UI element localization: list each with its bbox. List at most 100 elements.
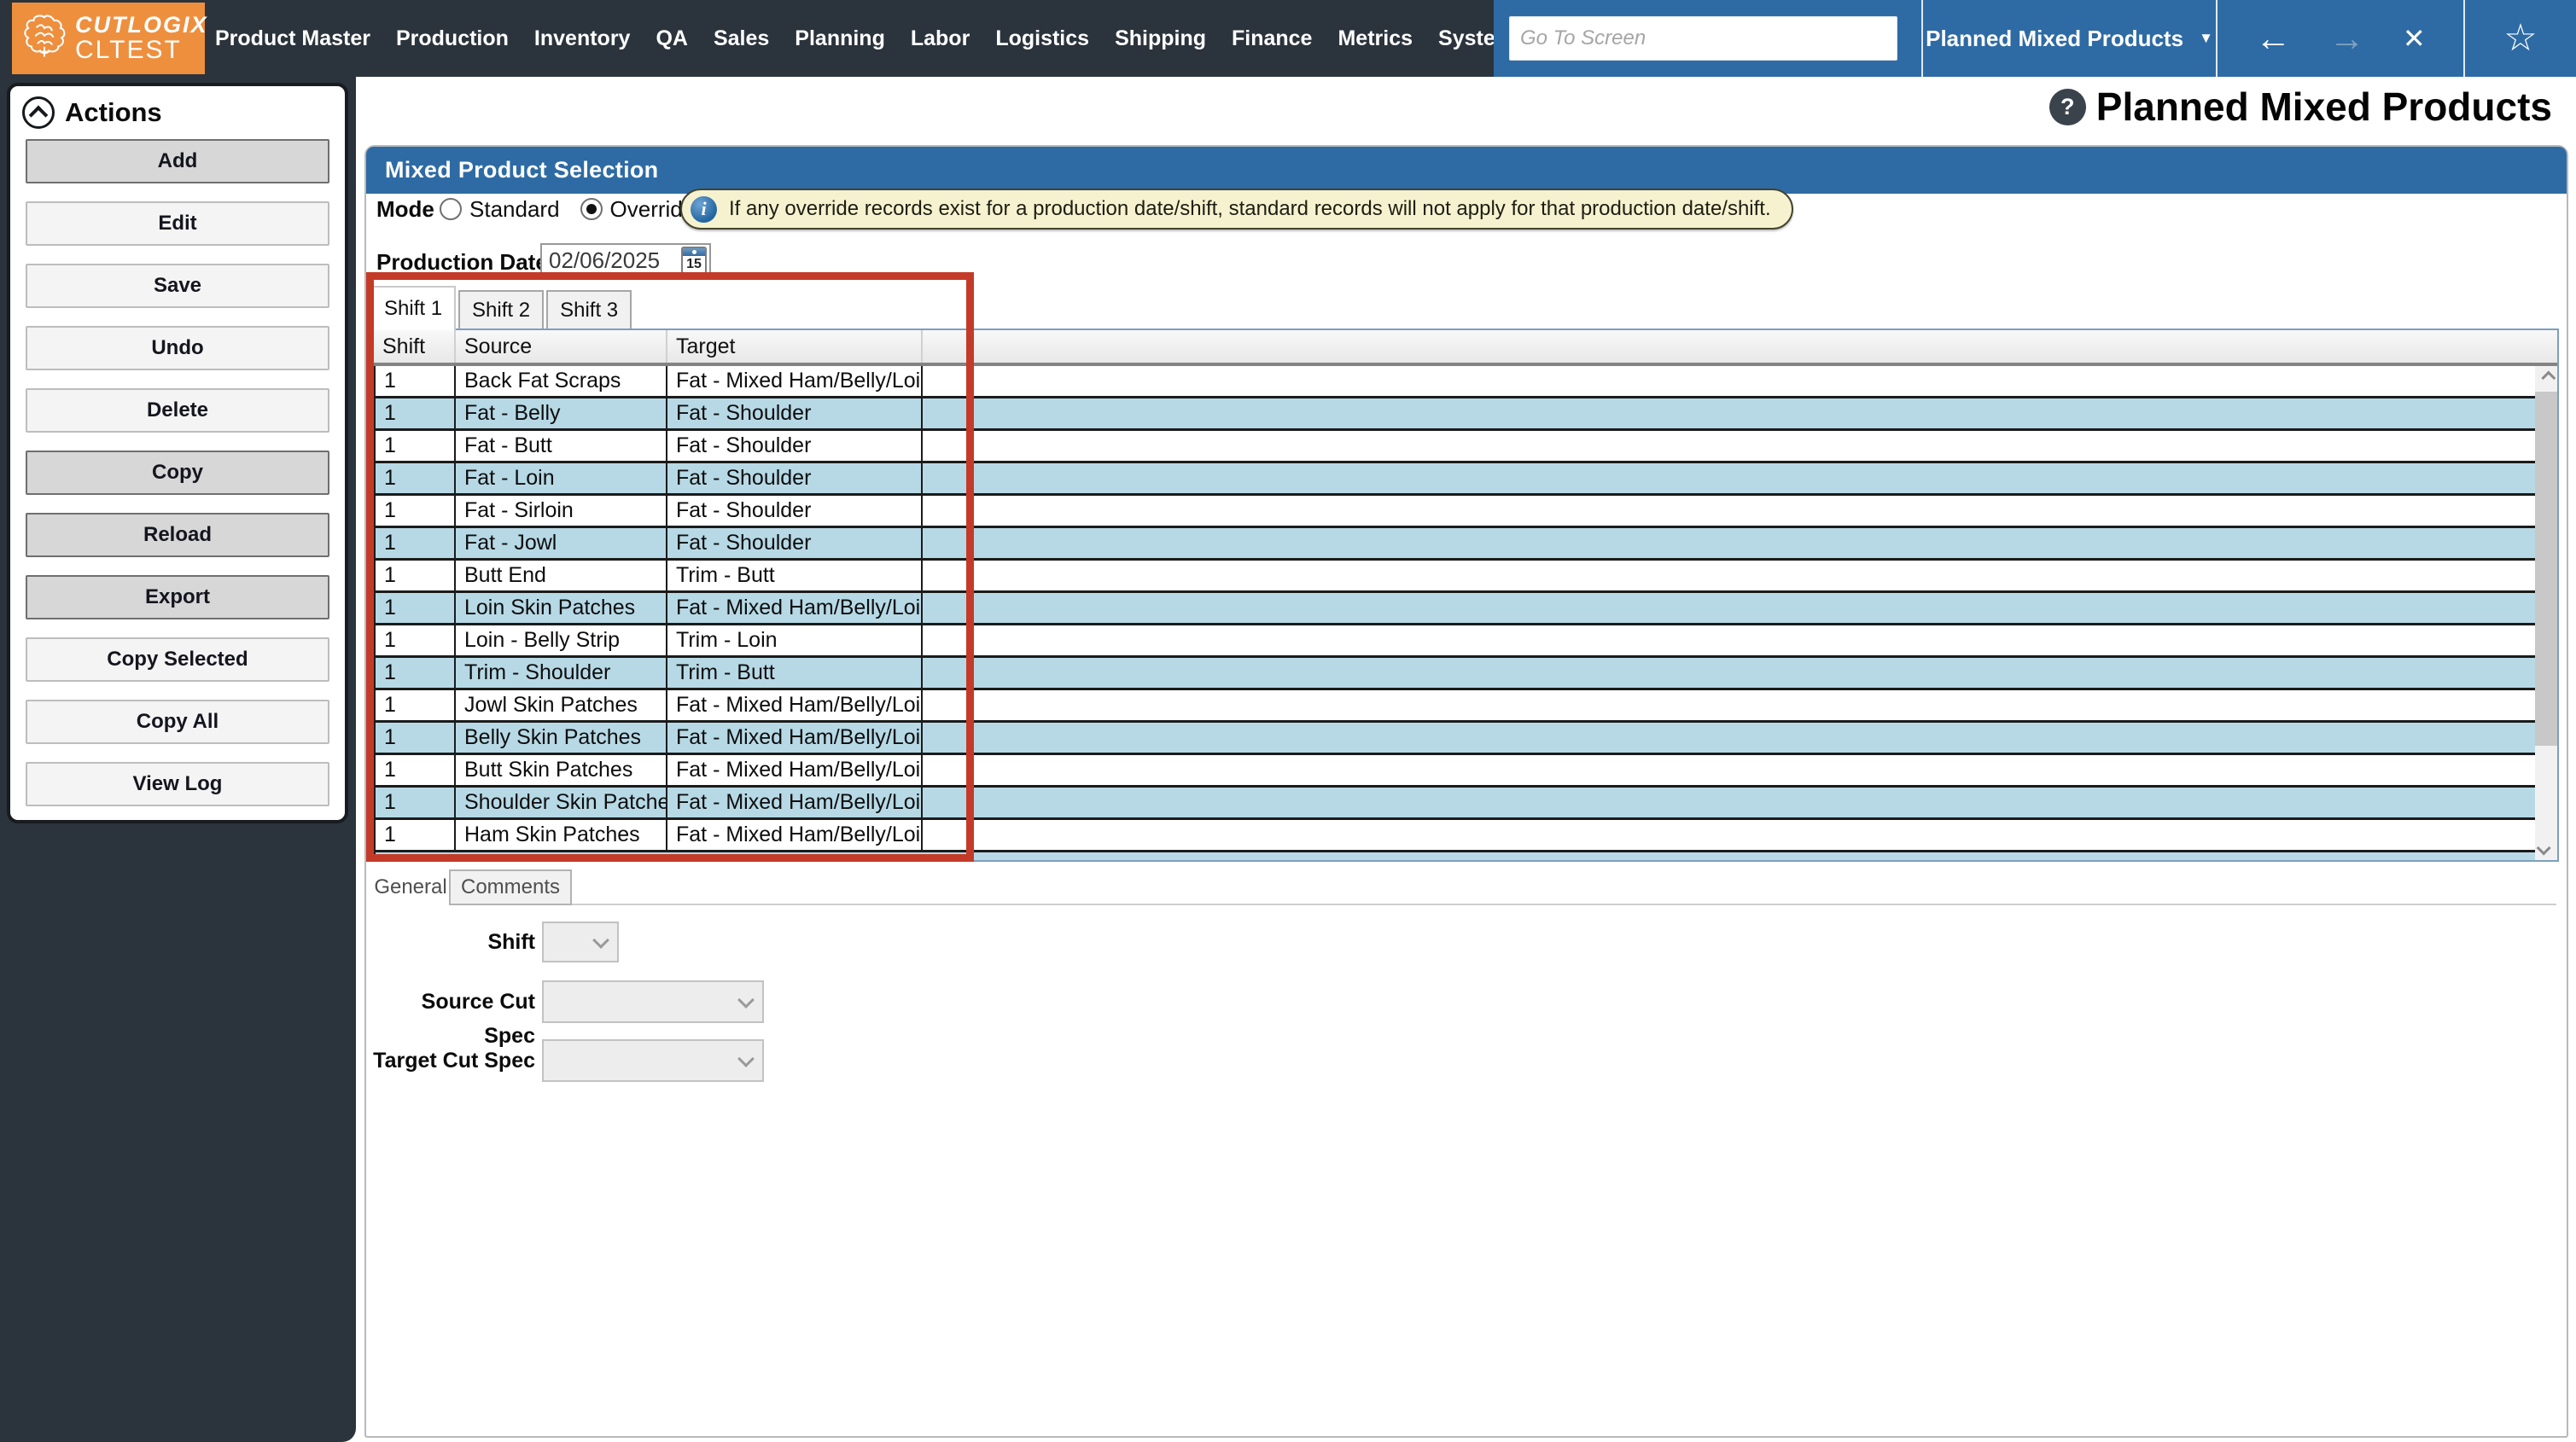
table-row[interactable]: 1 Belly Skin Patches Fat - Mixed Ham/Bel… [374,723,2557,755]
table-row[interactable]: 1 Loin Skin Patches Fat - Mixed Ham/Bell… [374,593,2557,625]
mode-option-override[interactable]: Override [580,196,696,223]
table-row[interactable]: 1 Loin - Belly Strip Trim - Loin [374,625,2557,658]
actions-panel-title: Actions [65,97,162,128]
menu-item[interactable]: Logistics [995,26,1089,51]
override-info-box: i If any override records exist for a pr… [680,189,1793,230]
production-date-input[interactable] [542,247,679,274]
action-button[interactable]: Reload [26,513,329,557]
action-button[interactable]: Copy All [26,700,329,744]
chevron-up-icon [2541,371,2556,386]
menu-item[interactable]: Finance [1232,26,1312,51]
calendar-icon: 15 [681,247,707,274]
actions-panel: Actions Add Edit Save Undo Delete Copy R… [7,83,348,823]
table-row[interactable]: 1 Fat - Jowl Fat - Shoulder [374,528,2557,561]
table-row[interactable]: 1 Fat - Belly Fat - Shoulder [374,398,2557,431]
menu-item[interactable]: Shipping [1115,26,1206,51]
grid-row-partial [374,852,2557,862]
table-row[interactable]: 1 Fat - Butt Fat - Shoulder [374,431,2557,463]
shift-tab-strip: Shift 1 Shift 2 Shift 3 [370,286,634,330]
help-icon[interactable]: ? [2049,89,2086,125]
app-logo[interactable]: CUTLOGIX CLTEST [12,3,205,74]
production-date-label: Production Date [376,249,548,276]
info-message: If any override records exist for a prod… [729,197,1771,221]
action-button[interactable]: Copy [26,451,329,495]
column-header-target[interactable]: Target [667,330,923,363]
menu-item[interactable]: Sales [714,26,769,51]
action-button[interactable]: Undo [26,326,329,370]
main-menu: Product Master Production Inventory QA S… [215,0,1514,77]
table-row[interactable]: 1 Jowl Skin Patches Fat - Mixed Ham/Bell… [374,690,2557,723]
back-arrow-icon[interactable]: ← [2255,20,2291,56]
shift-dropdown[interactable] [542,922,619,962]
action-button[interactable]: Add [26,139,329,183]
radio-checked-icon [580,198,603,220]
collapse-panel-button[interactable] [22,96,55,129]
shift-tab[interactable]: Shift 1 [370,286,456,330]
target-cut-spec-dropdown[interactable] [542,1039,764,1082]
table-row[interactable]: 1 Trim - Shoulder Trim - Butt [374,658,2557,690]
screen-selector-dropdown[interactable]: Planned Mixed Products ▼ [1923,26,2216,52]
brand-name: CUTLOGIX [75,13,208,37]
chevron-down-icon [2537,841,2551,856]
favorite-star-icon[interactable]: ☆ [2503,20,2537,57]
table-row[interactable]: 1 Fat - Loin Fat - Shoulder [374,463,2557,496]
grid-body: 1 Back Fat Scraps Fat - Mixed Ham/Belly/… [370,366,2557,852]
tab-strip-divider [572,904,2556,905]
action-button[interactable]: Edit [26,201,329,246]
navbar-nav-icons: ← → ✕ [2218,20,2463,56]
info-icon: i [691,196,717,223]
mode-radio-group: Standard Override [440,189,695,229]
table-row[interactable]: 1 Ham Skin Patches Fat - Mixed Ham/Belly… [374,820,2557,852]
page-title: Planned Mixed Products [2096,84,2552,130]
table-row[interactable]: 1 Back Fat Scraps Fat - Mixed Ham/Belly/… [374,366,2557,398]
target-cut-spec-label: Target Cut Spec [366,1044,535,1078]
tab-general[interactable]: General [375,869,446,905]
calendar-picker-button[interactable]: 15 [679,245,709,276]
app-window: CUTLOGIX CLTEST Product Master Productio… [0,0,2576,1442]
vertical-scrollbar[interactable] [2535,366,2557,860]
shift-tab[interactable]: Shift 3 [546,290,632,330]
table-row[interactable]: 1 Butt End Trim - Butt [374,561,2557,593]
action-button[interactable]: Export [26,575,329,619]
mode-option-standard[interactable]: Standard [440,196,560,223]
menu-item[interactable]: Production [396,26,509,51]
screen-selector-label: Planned Mixed Products [1926,26,2183,52]
top-navbar: CUTLOGIX CLTEST Product Master Productio… [0,0,2576,77]
chevron-down-icon [737,991,755,1009]
shift-field-label: Shift [366,925,535,959]
menu-item[interactable]: QA [656,26,688,51]
menu-item[interactable]: Planning [795,26,885,51]
menu-item[interactable]: Labor [911,26,970,51]
menu-item[interactable]: Product Master [215,26,370,51]
chevron-down-icon [592,932,609,949]
menu-item[interactable]: Metrics [1338,26,1413,51]
table-row[interactable]: 1 Fat - Sirloin Fat - Shoulder [374,496,2557,528]
radio-icon [440,198,462,220]
close-icon[interactable]: ✕ [2403,25,2426,52]
actions-panel-header: Actions [10,86,345,136]
action-button[interactable]: Save [26,264,329,308]
panel-header-title: Mixed Product Selection [366,157,658,183]
menu-item[interactable]: Inventory [534,26,631,51]
action-button[interactable]: Copy Selected [26,637,329,682]
tab-comments[interactable]: Comments [449,869,572,905]
brain-logo-icon [20,12,68,66]
mode-label: Mode [376,196,434,223]
scrollbar-thumb[interactable] [2535,392,2557,746]
action-button[interactable]: Delete [26,388,329,433]
table-row[interactable]: 1 Shoulder Skin Patches Fat - Mixed Ham/… [374,788,2557,820]
column-header-shift[interactable]: Shift [374,330,456,363]
forward-arrow-icon: → [2329,20,2365,56]
table-row[interactable]: 1 Butt Skin Patches Fat - Mixed Ham/Bell… [374,755,2557,788]
scroll-up-button[interactable] [2535,366,2557,390]
shift-tab[interactable]: Shift 2 [458,290,544,330]
source-cut-spec-dropdown[interactable] [542,980,764,1023]
panel-header-bar: Mixed Product Selection [366,147,2567,194]
action-button[interactable]: View Log [26,762,329,806]
go-to-screen-input[interactable] [1509,16,1897,61]
source-cut-spec-label: Source Cut Spec [366,985,535,1019]
page-title-row: ? Planned Mixed Products [2049,82,2552,131]
column-header-source[interactable]: Source [456,330,667,363]
scroll-down-button[interactable] [2535,836,2557,860]
navbar-right-section: Planned Mixed Products ▼ ← → ✕ ☆ [1494,0,2576,77]
